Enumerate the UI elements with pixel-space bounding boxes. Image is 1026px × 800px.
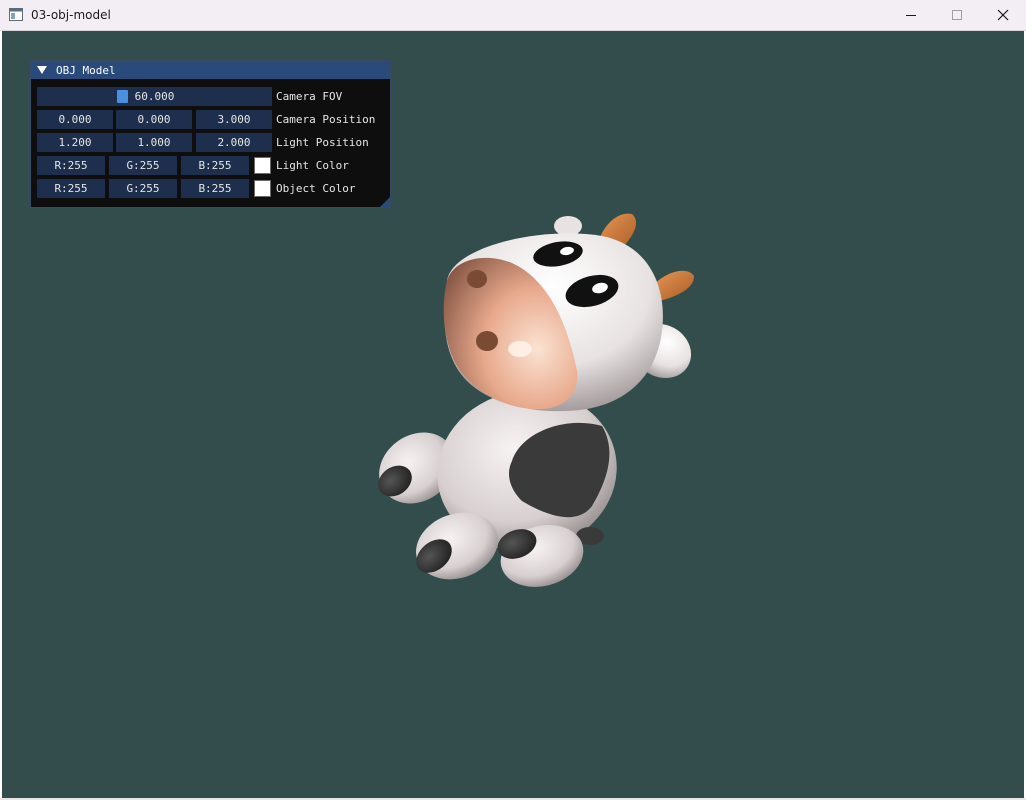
camera-position-label: Camera Position [276, 113, 376, 126]
maximize-button[interactable] [934, 0, 980, 30]
object-color-b-field[interactable]: B:255 [181, 179, 249, 198]
light-color-label: Light Color [276, 159, 349, 172]
panel-header[interactable]: OBJ Model [31, 61, 390, 79]
light-color-r-field[interactable]: R:255 [37, 156, 105, 175]
minimize-button[interactable] [888, 0, 934, 30]
panel-resize-grip[interactable] [380, 197, 390, 207]
object-color-swatch[interactable] [254, 180, 271, 197]
camera-position-y-field[interactable]: 0.000 [116, 110, 192, 129]
window-titlebar[interactable]: 03-obj-model [0, 0, 1026, 31]
app-window-icon [9, 8, 23, 21]
close-icon [997, 9, 1009, 21]
light-color-swatch[interactable] [254, 157, 271, 174]
camera-position-x-field[interactable]: 0.000 [37, 110, 113, 129]
object-color-label: Object Color [276, 182, 356, 195]
close-button[interactable] [980, 0, 1026, 30]
camera-fov-label: Camera FOV [276, 90, 343, 103]
camera-fov-slider[interactable]: 60.000 [37, 87, 272, 106]
light-position-label: Light Position [276, 136, 369, 149]
camera-position-z-field[interactable]: 3.000 [196, 110, 272, 129]
object-color-g-field[interactable]: G:255 [109, 179, 177, 198]
window-title: 03-obj-model [31, 8, 111, 22]
light-position-x-field[interactable]: 1.200 [37, 133, 113, 152]
object-color-r-field[interactable]: R:255 [37, 179, 105, 198]
panel-title: OBJ Model [56, 64, 116, 77]
minimize-icon [906, 15, 916, 16]
light-position-z-field[interactable]: 2.000 [196, 133, 272, 152]
maximize-icon [952, 10, 962, 20]
camera-fov-value: 60.000 [134, 90, 175, 103]
light-color-g-field[interactable]: G:255 [109, 156, 177, 175]
slider-grab-handle[interactable] [117, 90, 128, 103]
light-color-b-field[interactable]: B:255 [181, 156, 249, 175]
collapse-triangle-icon[interactable] [37, 66, 47, 75]
obj-model-panel[interactable]: OBJ Model 60.000 Camera FOV 0.000 0.000 … [30, 60, 391, 208]
light-position-y-field[interactable]: 1.000 [116, 133, 192, 152]
